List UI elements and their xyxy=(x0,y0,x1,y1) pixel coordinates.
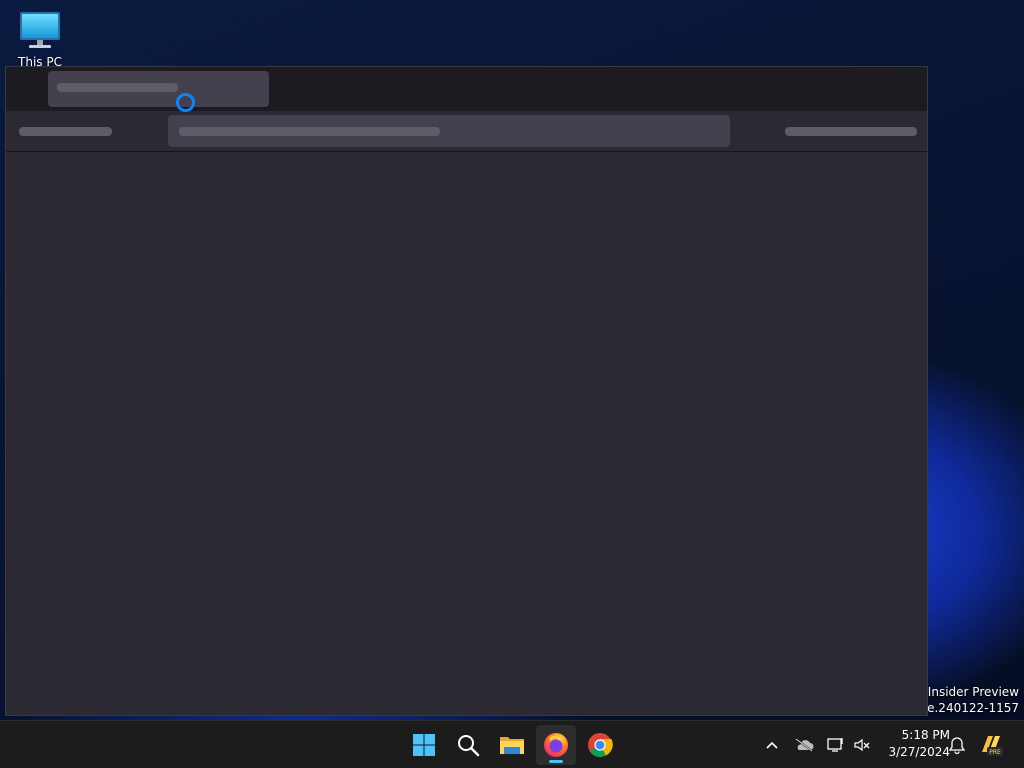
nav-buttons-placeholder xyxy=(19,127,112,136)
browser-tab[interactable] xyxy=(48,71,269,107)
notification-bell-icon xyxy=(949,737,965,754)
network-icon xyxy=(827,738,843,752)
desktop-icon-this-pc[interactable]: This PC xyxy=(12,10,68,69)
chevron-up-icon xyxy=(766,741,778,749)
start-button[interactable] xyxy=(404,725,444,765)
network-tray-button[interactable] xyxy=(823,729,849,761)
onedrive-tray-button[interactable] xyxy=(791,729,817,761)
volume-muted-icon xyxy=(854,738,870,752)
file-explorer-button[interactable] xyxy=(492,725,532,765)
chrome-icon xyxy=(588,733,613,758)
svg-text:PRE: PRE xyxy=(989,749,1001,756)
clock-date: 3/27/2024 xyxy=(888,745,950,759)
copilot-pre-icon: PRE xyxy=(982,736,1003,756)
firefox-icon xyxy=(544,733,568,757)
taskbar-clock[interactable]: 5:18 PM 3/27/2024 xyxy=(876,727,950,761)
chrome-taskbar-button[interactable] xyxy=(580,725,620,765)
navigation-toolbar xyxy=(6,111,927,152)
monitor-icon xyxy=(20,12,60,48)
address-bar[interactable] xyxy=(168,115,730,147)
loading-cursor-icon xyxy=(176,93,195,112)
address-text-placeholder xyxy=(179,127,440,136)
search-button[interactable] xyxy=(448,725,488,765)
windows-start-icon xyxy=(413,734,435,756)
search-icon xyxy=(458,735,480,757)
volume-tray-button[interactable] xyxy=(849,729,875,761)
toolbar-actions-placeholder xyxy=(785,127,917,136)
active-app-indicator xyxy=(549,760,563,763)
tab-bar xyxy=(6,67,927,111)
clock-time: 5:18 PM xyxy=(901,728,950,742)
page-content-area xyxy=(6,152,927,715)
show-hidden-icons-button[interactable] xyxy=(759,729,785,761)
browser-window xyxy=(5,66,928,716)
notifications-button[interactable] xyxy=(944,729,970,761)
tab-title-placeholder xyxy=(57,83,178,92)
firefox-taskbar-button[interactable] xyxy=(536,725,576,765)
cloud-offline-icon xyxy=(795,738,814,752)
copilot-button[interactable]: PRE xyxy=(978,729,1004,761)
folder-icon xyxy=(500,737,524,754)
taskbar: 5:18 PM 3/27/2024 PRE xyxy=(0,720,1024,768)
